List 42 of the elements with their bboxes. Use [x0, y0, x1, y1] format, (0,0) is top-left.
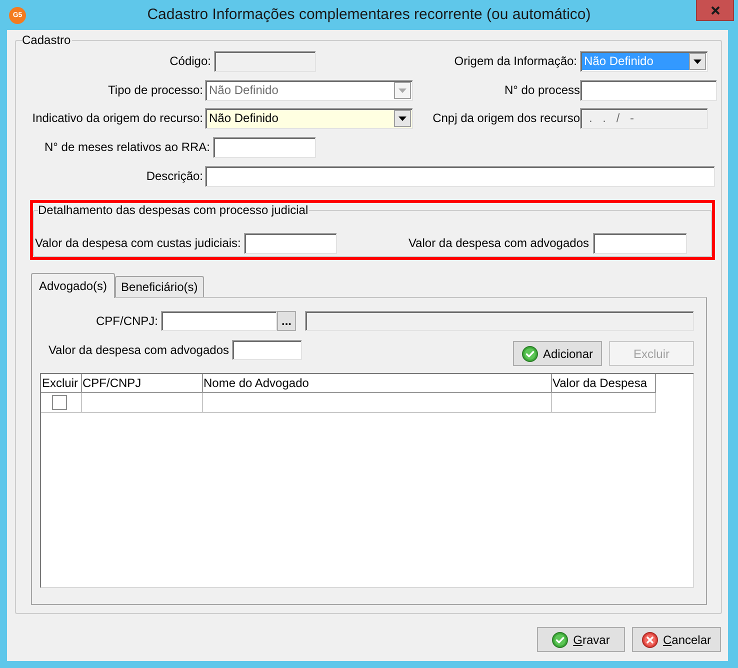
check-circle-icon [552, 632, 568, 648]
add-button[interactable]: Adicionar [513, 341, 602, 366]
field-label: CPF/CNPJ: [96, 314, 158, 328]
check-circle-icon [522, 346, 538, 362]
field-label: Valor da despesa com advogados [408, 236, 589, 251]
close-icon [710, 6, 720, 14]
field-label: Código: [170, 54, 211, 69]
text-field[interactable] [580, 80, 717, 101]
lookup-button[interactable]: ... [277, 311, 296, 331]
field-label: Valor da despesa com advogados [48, 342, 229, 358]
caret-icon [689, 53, 706, 70]
field-label: Cnpj da origem dos recurso [432, 111, 580, 126]
tab[interactable]: Advogado(s) [31, 273, 116, 298]
checkbox[interactable] [52, 394, 67, 410]
field-label: Descrição: [146, 169, 203, 184]
group-title: Detalhamento das despesas com processo judicial [38, 204, 310, 217]
close-button[interactable] [696, 0, 734, 21]
save-button[interactable]: Gravar [537, 627, 625, 652]
cross-circle-icon [642, 632, 658, 648]
dropdown[interactable]: Não Definido [205, 108, 413, 129]
group-title: Cadastro [22, 34, 72, 47]
text-field[interactable] [232, 340, 302, 360]
window-title: Cadastro Informações complementares recorrente (ou automático) [147, 5, 591, 25]
text-field[interactable] [244, 233, 337, 254]
text-field[interactable] [161, 311, 277, 331]
column-header: Valor da Despesa [551, 374, 655, 392]
caret-icon [394, 110, 411, 127]
field-label: Tipo de processo: [108, 83, 203, 98]
field-label: Indicativo da origem do recurso: [32, 111, 203, 126]
column-header: Nome do Advogado [202, 374, 551, 392]
caret-icon [394, 82, 411, 99]
text-field[interactable] [593, 233, 687, 254]
text-field[interactable] [205, 166, 715, 187]
field-label: Valor da despesa com custas judiciais: [35, 236, 241, 251]
cancel-button[interactable]: Cancelar [632, 627, 721, 652]
column-header: Excluir [41, 374, 81, 392]
field-label: N° do process [504, 83, 580, 98]
field-label: Origem da Informação: [454, 54, 577, 69]
text-field[interactable] [213, 137, 316, 158]
tab[interactable]: Beneficiário(s) [115, 276, 204, 297]
column-header: CPF/CNPJ [81, 374, 202, 392]
field-label: N° de meses relativos ao RRA: [44, 140, 210, 155]
